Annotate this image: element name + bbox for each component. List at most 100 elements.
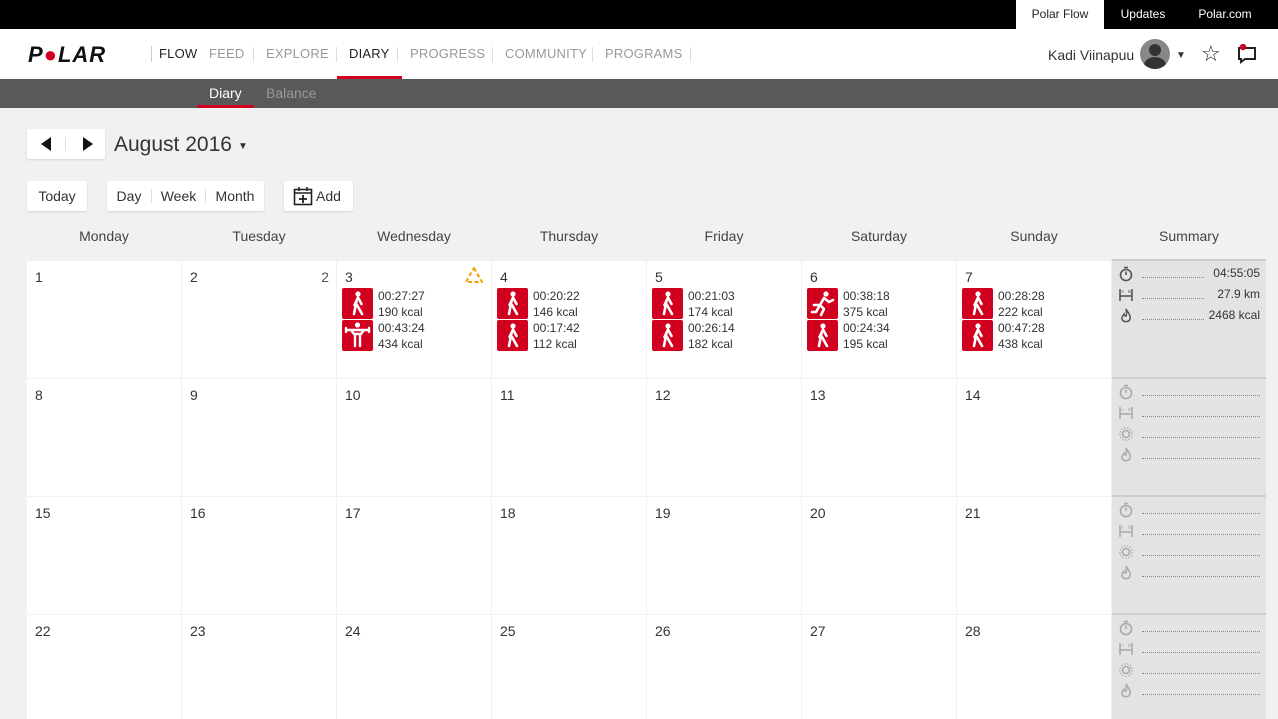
day-number: 16 (190, 505, 206, 521)
month-title[interactable]: August 2016 (114, 133, 232, 157)
view-week-button[interactable]: Week (152, 181, 205, 211)
day-cell[interactable]: 3 00:27:27 190 kcal 00:43:24 434 kcal (337, 261, 491, 378)
day-cell[interactable]: 1 (27, 261, 181, 378)
nav-flow[interactable]: FLOW (159, 29, 197, 79)
day-cell[interactable]: 14 (957, 379, 1111, 496)
day-cell[interactable]: 15 (27, 497, 181, 614)
day-number: 1 (35, 269, 43, 285)
weekday-header: Thursday (539, 228, 599, 244)
training-session[interactable]: 00:24:34 195 kcal (807, 320, 947, 351)
training-session[interactable]: 00:17:42 112 kcal (497, 320, 637, 351)
day-cell[interactable]: 4 00:20:22 146 kcal 00:17:42 112 kcal (492, 261, 646, 378)
nav-programs[interactable]: PROGRAMS (605, 29, 682, 79)
updates-link[interactable]: Updates (1108, 0, 1178, 29)
strength-icon (342, 320, 373, 351)
stopwatch-icon (1118, 266, 1134, 282)
leader-dots (1142, 395, 1260, 396)
training-session[interactable]: 00:38:18 375 kcal (807, 288, 947, 319)
notifications-icon[interactable] (1237, 44, 1259, 64)
day-cell[interactable]: 21 (957, 497, 1111, 614)
session-duration: 00:24:34 (843, 321, 890, 335)
favorites-star-icon[interactable]: ☆ (1201, 43, 1221, 65)
day-cell[interactable]: 11 (492, 379, 646, 496)
nav-progress[interactable]: PROGRESS (410, 29, 485, 79)
day-number: 6 (810, 269, 818, 285)
day-number: 26 (655, 623, 671, 639)
day-cell[interactable]: 22 (182, 261, 336, 378)
day-number: 3 (345, 269, 353, 285)
polar-com-link[interactable]: Polar.com (1186, 0, 1264, 29)
summary-row-empty (1118, 662, 1260, 678)
day-cell[interactable]: 28 (957, 615, 1111, 719)
day-number: 11 (500, 387, 515, 403)
leader-dots (1142, 673, 1260, 674)
day-cell[interactable]: 8 (27, 379, 181, 496)
day-cell[interactable]: 23 (182, 615, 336, 719)
view-month-button[interactable]: Month (206, 181, 264, 211)
day-cell[interactable]: 6 00:38:18 375 kcal 00:24:34 195 kcal (802, 261, 956, 378)
leader-dots (1142, 416, 1260, 417)
walking-icon (497, 320, 528, 351)
training-session[interactable]: 00:20:22 146 kcal (497, 288, 637, 319)
next-button[interactable] (67, 129, 105, 159)
subnav-balance[interactable]: Balance (266, 79, 317, 108)
leader-dots (1142, 576, 1260, 577)
stopwatch-icon (1118, 384, 1134, 400)
nav-community[interactable]: COMMUNITY (505, 29, 587, 79)
day-cell[interactable]: 22 (27, 615, 181, 719)
weekday-header: Wednesday (377, 228, 451, 244)
training-session[interactable]: 00:26:14 182 kcal (652, 320, 792, 351)
user-menu-caret-icon[interactable]: ▼ (1176, 50, 1186, 61)
week-summary: AB (1112, 495, 1266, 614)
day-cell[interactable]: 18 (492, 497, 646, 614)
polar-flow-link[interactable]: Polar Flow (1016, 0, 1104, 29)
day-cell[interactable]: 16 (182, 497, 336, 614)
day-cell[interactable]: 13 (802, 379, 956, 496)
add-label: Add (316, 188, 341, 204)
session-duration: 00:26:14 (688, 321, 735, 335)
today-button[interactable]: Today (27, 181, 87, 211)
subnav-diary[interactable]: Diary (197, 79, 254, 108)
recovery-warning-icon[interactable] (465, 267, 483, 283)
day-cell[interactable]: 24 (337, 615, 491, 719)
day-number: 15 (35, 505, 51, 521)
nav-feed[interactable]: FEED (209, 29, 244, 79)
day-cell[interactable]: 19 (647, 497, 801, 614)
previous-button[interactable] (27, 129, 65, 159)
day-cell[interactable]: 20 (802, 497, 956, 614)
month-dropdown-caret-icon[interactable]: ▼ (238, 141, 248, 152)
day-cell[interactable]: 9 (182, 379, 336, 496)
avatar[interactable] (1140, 39, 1170, 69)
summary-row-empty (1118, 544, 1260, 560)
training-session[interactable]: 00:47:28 438 kcal (962, 320, 1102, 351)
day-cell[interactable]: 10 (337, 379, 491, 496)
nav-diary[interactable]: DIARY (337, 29, 401, 79)
session-duration: 00:20:22 (533, 289, 580, 303)
session-calories: 112 kcal (533, 337, 577, 351)
day-cell[interactable]: 7 00:28:28 222 kcal 00:47:28 438 kcal (957, 261, 1111, 378)
nav-explore[interactable]: EXPLORE (266, 29, 329, 79)
logo-divider (151, 46, 152, 62)
day-cell[interactable]: 26 (647, 615, 801, 719)
activity-goal-icon (1118, 426, 1134, 442)
day-cell[interactable]: 5 00:21:03 174 kcal 00:26:14 182 kcal (647, 261, 801, 378)
training-session[interactable]: 00:27:27 190 kcal (342, 288, 482, 319)
day-cell[interactable]: 17 (337, 497, 491, 614)
day-number: 27 (810, 623, 826, 639)
summary-distance-value: 27.9 km (1214, 287, 1260, 301)
add-button[interactable]: Add (284, 181, 353, 211)
view-day-button[interactable]: Day (107, 181, 151, 211)
day-number: 5 (655, 269, 663, 285)
session-calories: 195 kcal (843, 337, 888, 351)
training-session[interactable]: 00:28:28 222 kcal (962, 288, 1102, 319)
day-cell[interactable]: 25 (492, 615, 646, 719)
day-cell[interactable]: 27 (802, 615, 956, 719)
distance-icon: AB (1118, 405, 1134, 421)
day-cell[interactable]: 12 (647, 379, 801, 496)
summary-row-empty (1118, 502, 1260, 518)
svg-text:A: A (1121, 525, 1124, 530)
training-session[interactable]: 00:21:03 174 kcal (652, 288, 792, 319)
training-session[interactable]: 00:43:24 434 kcal (342, 320, 482, 351)
polar-logo[interactable]: P●LAR (28, 42, 106, 68)
username[interactable]: Kadi Viinapuu (1048, 47, 1134, 63)
